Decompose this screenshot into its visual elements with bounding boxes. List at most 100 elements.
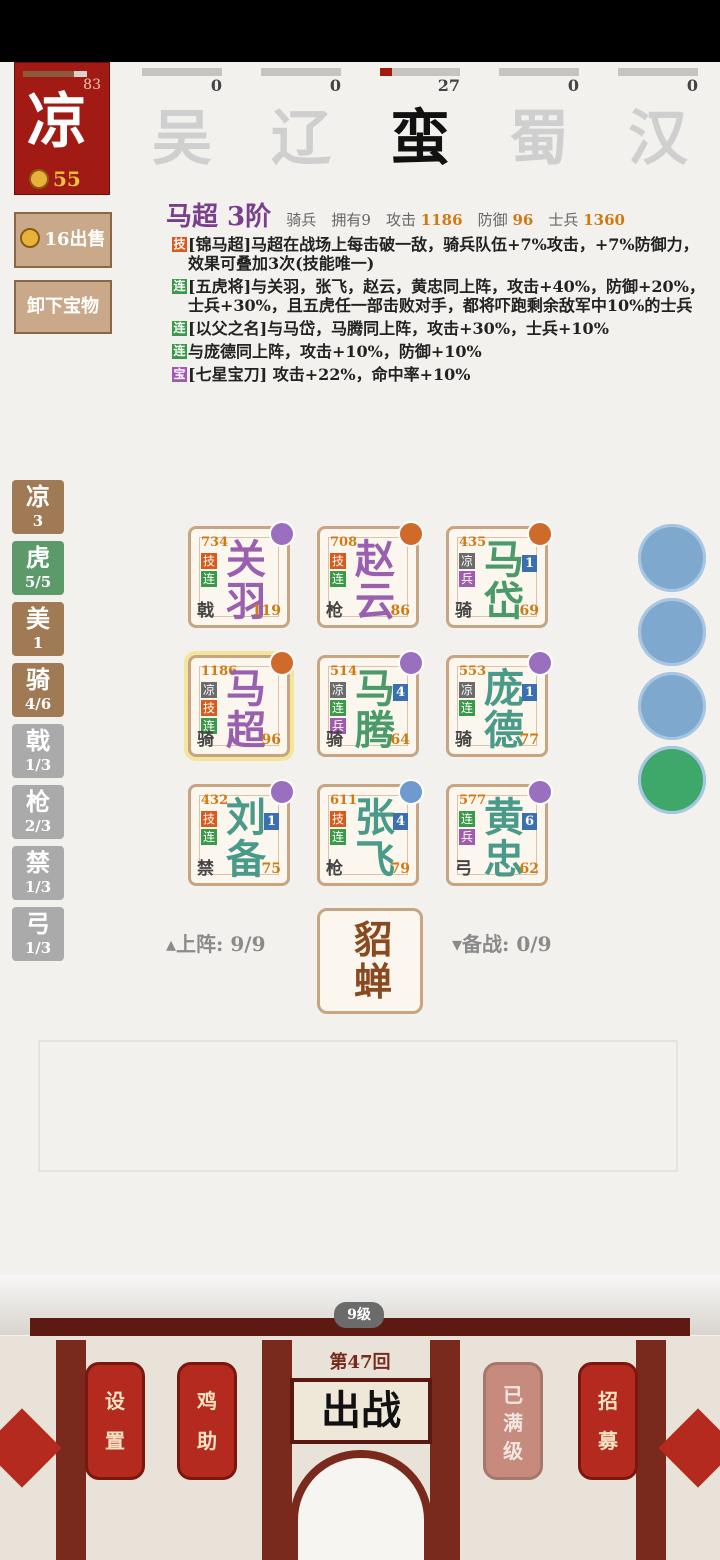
hero-owned: 拥有9	[331, 211, 371, 229]
hero-card-defense: 79	[390, 861, 410, 877]
hero-class: 骑兵	[286, 211, 317, 229]
lantern-label: 鸡助	[197, 1389, 217, 1453]
skill-line: 技 [锦马超]马超在战场上每击破一敌，骑兵队伍+7%攻击，+7%防御力，效果可叠加…	[172, 235, 699, 273]
hero-card-defense: 86	[390, 603, 410, 619]
hero-card-level: 1	[522, 684, 537, 701]
hero-badge: 凉	[459, 682, 475, 698]
faction-tab-man[interactable]: 27 蛮	[380, 68, 460, 174]
filter-pill[interactable]: 弓 1/3	[12, 907, 64, 961]
filter-label: 枪	[26, 787, 50, 816]
battle-button[interactable]: 出战	[290, 1378, 432, 1444]
reserve-count: ▾备战: 0/9	[452, 932, 552, 956]
hero-card[interactable]: 577 黄忠连兵弓 62 6	[444, 779, 553, 890]
filter-count: 3	[32, 512, 44, 530]
hero-card-class: 弓	[455, 859, 472, 879]
filter-label: 戟	[26, 726, 50, 755]
hero-card-class: 戟	[197, 601, 214, 621]
filter-count: 4/6	[24, 695, 52, 713]
filter-pill[interactable]: 美1	[12, 602, 64, 656]
filter-pill[interactable]: 虎 5/5	[12, 541, 64, 595]
filter-count: 1/3	[24, 939, 52, 957]
faction-tab-label: 蜀	[509, 104, 569, 174]
faction-tab-label: 吴	[152, 104, 212, 174]
equipment-icon	[269, 779, 295, 805]
equipment-icon	[527, 521, 553, 547]
hero-card-class: 骑	[455, 601, 472, 621]
hero-badge: 连	[459, 811, 475, 827]
hero-badge: 技	[330, 811, 346, 827]
hero-card-level: 4	[393, 813, 408, 830]
hero-card-level: 1	[522, 555, 537, 572]
hero-card-badges: 凉连	[459, 682, 475, 718]
treasure-line: 宝 [七星宝刀] 攻击+22%，命中率+10%	[172, 365, 471, 384]
faction-name: 凉	[27, 87, 87, 157]
filter-label: 骑	[26, 665, 50, 694]
hero-card-badges: 技连	[201, 811, 217, 847]
sell-button[interactable]: 16出售	[14, 212, 112, 268]
hero-card-defense: 119	[251, 603, 281, 619]
filter-label: 美	[26, 604, 50, 633]
crossed-swords-icon[interactable]	[638, 746, 706, 814]
hero-card-class: 禁	[197, 859, 214, 879]
faction-hp-bar	[23, 71, 87, 77]
recruit-button[interactable]: 招募	[578, 1362, 638, 1480]
settings-button[interactable]: 设置	[85, 1362, 145, 1480]
status-bar	[0, 0, 720, 62]
hero-card[interactable]: 1186 马超凉技连骑 96	[186, 650, 295, 761]
hero-badge: 连	[459, 700, 475, 716]
special-hero-card[interactable]: 貂蝉	[317, 908, 423, 1014]
hero-card-class: 骑	[326, 730, 343, 750]
hero-card[interactable]: 611 张飞技连枪 79 4	[315, 779, 424, 890]
hero-card-level: 6	[522, 813, 537, 830]
hero-card[interactable]: 435 马岱凉兵骑 69 1	[444, 521, 553, 632]
hero-card-defense: 62	[519, 861, 539, 877]
reserve-area[interactable]	[38, 1040, 678, 1172]
hero-card-badges: 凉兵	[459, 553, 475, 589]
unequip-treasure-button[interactable]: 卸下宝物	[14, 280, 112, 334]
hero-badge: 兵	[459, 829, 475, 845]
bow-icon[interactable]	[638, 598, 706, 666]
filter-count: 1/3	[24, 756, 52, 774]
link-skill-line: 连 [五虎将]与关羽，张飞，赵云，黄忠同上阵，攻击+40%，防御+20%，士兵+3…	[172, 277, 705, 315]
spear-icon[interactable]	[638, 524, 706, 592]
filter-label: 凉	[26, 482, 50, 511]
hero-badge: 连	[330, 829, 346, 845]
coin-icon	[29, 169, 49, 189]
special-hero-name: 貂蝉	[353, 917, 392, 1004]
equipment-icon	[398, 521, 424, 547]
filter-pill[interactable]: 戟 1/3	[12, 724, 64, 778]
faction-tab-han[interactable]: 0 汉	[618, 68, 698, 174]
filter-count: 1	[32, 634, 44, 652]
faction-tab-shu[interactable]: 0 蜀	[499, 68, 579, 174]
blade-icon[interactable]	[638, 672, 706, 740]
hero-card-level: 1	[264, 813, 279, 830]
hero-card[interactable]: 708 赵云技连枪 86	[315, 521, 424, 632]
hero-card[interactable]: 553 庞德凉连骑 77 1	[444, 650, 553, 761]
hero-card[interactable]: 432 刘备技连禁 75 1	[186, 779, 295, 890]
help-button[interactable]: 鸡助	[177, 1362, 237, 1480]
hero-card-defense: 69	[519, 603, 539, 619]
lantern-label: 设置	[105, 1389, 125, 1453]
coin-count: 55	[29, 167, 81, 191]
filter-pill[interactable]: 枪 2/3	[12, 785, 64, 839]
filter-pill[interactable]: 骑 4/6	[12, 663, 64, 717]
hero-card-badges: 连兵	[459, 811, 475, 847]
hero-card-level: 4	[393, 684, 408, 701]
faction-tab-wu[interactable]: 0 吴	[142, 68, 222, 174]
filter-pill[interactable]: 禁 1/3	[12, 846, 64, 900]
hero-badge: 凉	[459, 553, 475, 569]
faction-tab-liao[interactable]: 0 辽	[261, 68, 341, 174]
faction-tab-label: 辽	[271, 104, 331, 174]
lantern-label: 已满级	[503, 1383, 523, 1463]
hero-card-defense: 77	[519, 732, 539, 748]
hero-card-class: 骑	[197, 730, 214, 750]
level-badge: 9级	[334, 1302, 384, 1328]
maxed-level-button[interactable]: 已满级	[483, 1362, 543, 1480]
hero-card[interactable]: 734 关羽技连戟 119	[186, 521, 295, 632]
hero-badge: 凉	[201, 682, 217, 698]
hero-card[interactable]: 514 马腾凉连兵骑 64 4	[315, 650, 424, 761]
link-skill-line: 连 [以父之名]与马岱，马腾同上阵，攻击+30%，士兵+10%	[172, 319, 609, 338]
filter-pill[interactable]: 凉3	[12, 480, 64, 534]
faction-card[interactable]: 83 凉 55	[14, 62, 110, 195]
equipment-icon	[398, 650, 424, 676]
